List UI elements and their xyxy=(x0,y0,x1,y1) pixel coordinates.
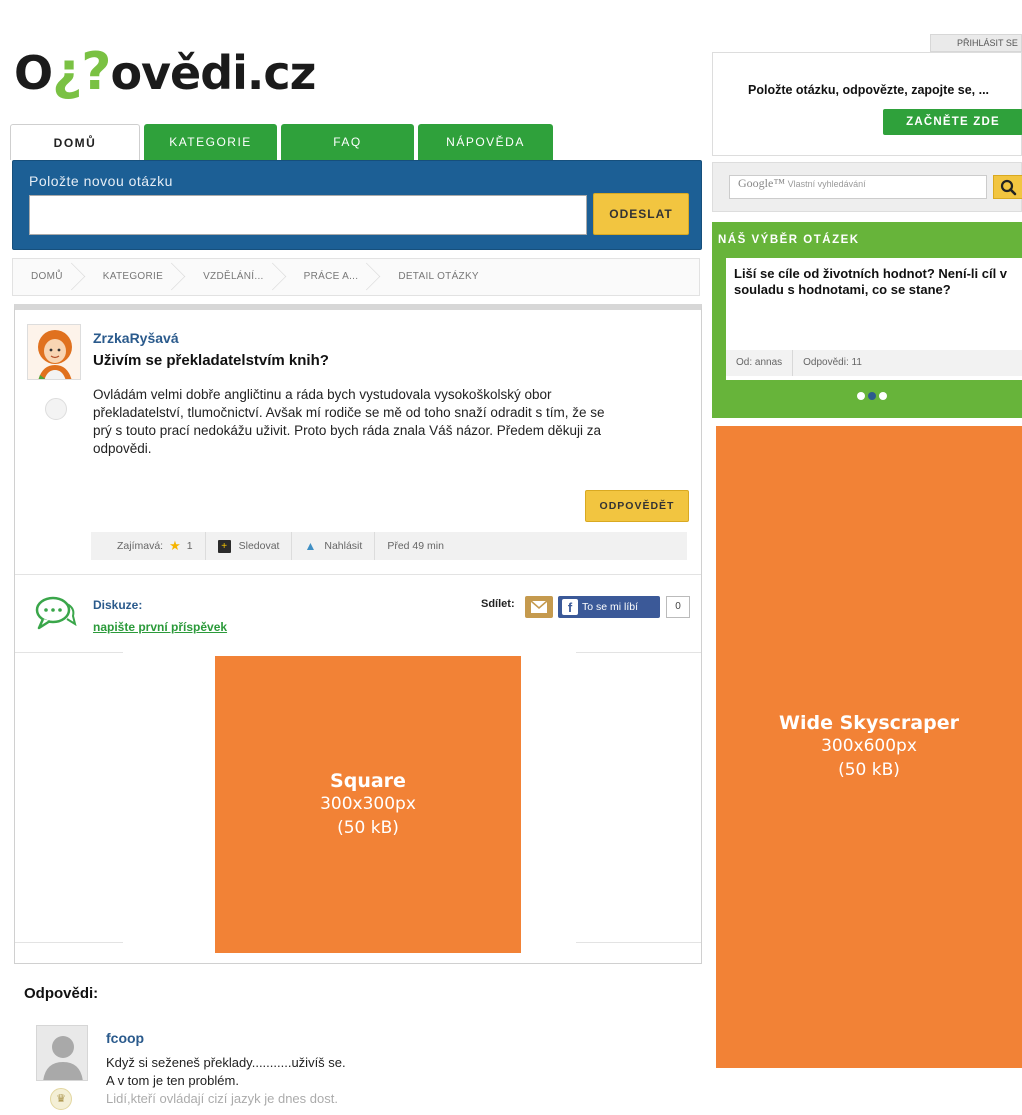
answer-author-avatar[interactable] xyxy=(36,1025,88,1081)
warning-icon: ▲ xyxy=(304,539,317,553)
breadcrumb-home[interactable]: DOMŮ xyxy=(13,258,85,296)
picked-question-answer-count: Odpovědi: 11 xyxy=(803,357,862,368)
discussion-label: Diskuze: xyxy=(93,598,143,612)
tab-home[interactable]: DOMŮ xyxy=(10,124,140,160)
login-link[interactable]: PŘIHLÁSIT SE xyxy=(930,34,1022,52)
search-icon xyxy=(1000,179,1017,196)
email-share-button[interactable] xyxy=(525,596,553,618)
answer-text-line: Lidí,kteří ovládají cizí jazyk je dnes d… xyxy=(106,1091,338,1106)
facebook-like-button[interactable]: f To se mi líbí xyxy=(558,596,660,618)
question-meta-bar: Zajímavá: ★ 1 + Sledovat ▲ Nahlásit Před… xyxy=(91,532,687,560)
main-nav-tabs: DOMŮ KATEGORIE FAQ NÁPOVĚDA xyxy=(10,124,557,160)
answer-button[interactable]: ODPOVĚDĚT xyxy=(585,490,689,522)
google-search-input[interactable]: Google™ Vlastní vyhledávání xyxy=(729,175,987,199)
breadcrumb-work[interactable]: PRÁCE A... xyxy=(286,258,381,296)
facebook-like-label: To se mi líbí xyxy=(582,601,639,613)
interesting-count: 1 xyxy=(186,540,193,552)
ask-question-label: Položte novou otázku xyxy=(29,173,173,189)
follow-button[interactable]: + Sledovat xyxy=(206,532,293,560)
ask-question-input[interactable] xyxy=(29,195,587,235)
badge-icon: ♛ xyxy=(50,1088,72,1110)
author-avatar[interactable] xyxy=(27,324,81,380)
report-label: Nahlásit xyxy=(324,540,363,552)
google-brand: Google™ xyxy=(738,176,786,190)
picked-question-meta: Od: annas Odpovědi: 11 xyxy=(726,350,1022,376)
logo-question-mark: ¿? xyxy=(52,42,111,102)
answer-author[interactable]: fcoop xyxy=(106,1030,144,1046)
picked-question-title[interactable]: Liší se cíle od životních hodnot? Není-l… xyxy=(734,266,1022,298)
start-here-button[interactable]: ZAČNĚTE ZDE xyxy=(883,109,1022,135)
logo-suffix: ovědi.cz xyxy=(110,46,316,100)
question-title: Uživím se překladatelstvím knih? xyxy=(93,352,329,369)
ad-wide-skyscraper[interactable]: Wide Skyscraper 300x600px (50 kB) xyxy=(716,426,1022,1068)
star-icon: ★ xyxy=(169,538,181,553)
ad-square[interactable]: Square 300x300px (50 kB) xyxy=(215,656,521,953)
logo-prefix: O xyxy=(14,46,53,100)
ad-square-size: 300x300px xyxy=(320,793,416,814)
divider xyxy=(15,574,701,575)
breadcrumb: DOMŮ KATEGORIE VZDĚLÁNÍ... PRÁCE A... DE… xyxy=(12,258,700,296)
answers-heading: Odpovědi: xyxy=(24,985,99,1002)
answer-text-line: Když si seženeš překlady...........uživí… xyxy=(106,1055,346,1070)
google-search-placeholder: Vlastní vyhledávání xyxy=(787,179,866,189)
follow-label: Sledovat xyxy=(238,540,280,552)
promo-box: Položte otázku, odpovězte, zapojte se, .… xyxy=(712,52,1022,156)
ask-question-panel: Položte novou otázku ODESLAT xyxy=(12,160,702,250)
site-logo[interactable]: O¿?ovědi.cz xyxy=(14,42,316,102)
envelope-icon xyxy=(530,600,548,613)
ask-submit-button[interactable]: ODESLAT xyxy=(593,193,689,235)
ad-square-weight: (50 kB) xyxy=(337,817,399,838)
tab-faq[interactable]: FAQ xyxy=(281,124,414,160)
breadcrumb-education[interactable]: VZDĚLÁNÍ... xyxy=(185,258,286,296)
report-button[interactable]: ▲ Nahlásit xyxy=(292,532,376,560)
ad-skyscraper-name: Wide Skyscraper xyxy=(779,712,959,734)
tab-categories[interactable]: KATEGORIE xyxy=(144,124,277,160)
write-first-post-link[interactable]: napište první příspěvek xyxy=(93,620,227,634)
answer-text-line: A v tom je ten problém. xyxy=(106,1073,239,1088)
ad-skyscraper-weight: (50 kB) xyxy=(838,760,900,780)
promo-text: Položte otázku, odpovězte, zapojte se, .… xyxy=(748,83,990,97)
breadcrumb-current: DETAIL OTÁZKY xyxy=(398,271,479,282)
question-author[interactable]: ZrzkaRyšavá xyxy=(93,330,179,346)
carousel-dot[interactable] xyxy=(879,392,887,400)
question-body-line: prý s touto prací nedokážu uživit. Proto… xyxy=(93,423,602,438)
question-body-line: odpovědi. xyxy=(93,441,152,456)
our-picks-panel: NÁŠ VÝBĚR OTÁZEK Liší se cíle od životní… xyxy=(712,222,1022,418)
google-search-button[interactable] xyxy=(993,175,1022,199)
picked-question-card[interactable]: Liší se cíle od životních hodnot? Není-l… xyxy=(726,258,1022,380)
facebook-icon: f xyxy=(562,599,578,615)
share-label: Sdílet: xyxy=(481,598,515,610)
ad-skyscraper-size: 300x600px xyxy=(821,736,917,756)
carousel-dot-active[interactable] xyxy=(868,392,876,400)
question-body-line: překladatelství, tlumočnictví. Avšak mí … xyxy=(93,405,605,420)
ad-square-name: Square xyxy=(330,769,406,792)
tab-help[interactable]: NÁPOVĚDA xyxy=(418,124,553,160)
vote-button[interactable] xyxy=(45,398,67,420)
our-picks-title: NÁŠ VÝBĚR OTÁZEK xyxy=(718,234,860,246)
carousel-dots xyxy=(857,392,887,400)
question-time: Před 49 min xyxy=(387,540,444,552)
interesting-label: Zajímavá: xyxy=(117,540,164,552)
question-body: Ovládám velmi dobře angličtinu a ráda by… xyxy=(93,386,687,458)
interesting-counter[interactable]: Zajímavá: ★ 1 xyxy=(91,532,206,560)
google-search-box: Google™ Vlastní vyhledávání xyxy=(712,162,1022,212)
breadcrumb-categories[interactable]: KATEGORIE xyxy=(85,258,185,296)
facebook-like-count: 0 xyxy=(666,596,690,618)
picked-question-author: Od: annas xyxy=(726,350,794,376)
chat-bubble-icon xyxy=(33,594,77,637)
follow-icon: + xyxy=(217,539,231,553)
question-body-line: Ovládám velmi dobře angličtinu a ráda by… xyxy=(93,387,552,402)
carousel-dot[interactable] xyxy=(857,392,865,400)
